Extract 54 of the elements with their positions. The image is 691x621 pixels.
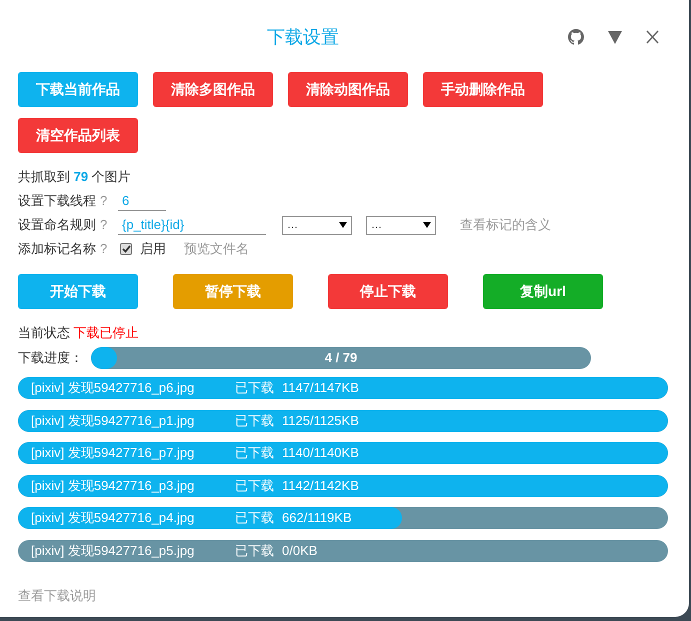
download-state: 已下载 — [235, 542, 274, 560]
close-icon[interactable] — [646, 30, 659, 44]
summary-text: 共抓取到 79 个图片 — [18, 168, 132, 186]
file-name: [pixiv] 发现59427716_p6.jpg — [31, 379, 196, 398]
preview-filename-link[interactable]: 预览文件名 — [184, 239, 249, 259]
download-state: 已下载 — [235, 476, 274, 495]
action-button[interactable]: 清空作品列表 — [18, 118, 138, 153]
action-button[interactable]: 停止下载 — [328, 274, 448, 309]
status-label: 当前状态 — [18, 325, 70, 340]
download-state: 已下载 — [235, 444, 274, 462]
download-state: 已下载 — [235, 379, 274, 398]
file-name: [pixiv] 发现59427716_p1.jpg — [31, 412, 196, 430]
action-button[interactable]: 下载当前作品 — [18, 72, 138, 107]
github-icon[interactable] — [568, 29, 584, 45]
help-mark[interactable]: ? — [100, 215, 118, 235]
file-name: [pixiv] 发现59427716_p5.jpg — [31, 542, 196, 560]
setting-label: 添加标记名称 — [18, 240, 96, 258]
status-value: 下载已停止 — [74, 325, 139, 340]
action-button[interactable]: 手动删除作品 — [423, 72, 543, 107]
file-size: 662/1119KB — [282, 509, 352, 528]
progress-label: 下载进度： — [18, 349, 84, 368]
naming-rule-input[interactable]: {p_title}{id} — [118, 215, 266, 235]
setting-label: 设置下载线程 — [18, 192, 96, 210]
caret-icon — [339, 222, 347, 228]
caret-icon — [423, 222, 431, 228]
progress-reading: 4 / 79 — [324, 349, 358, 368]
file-name: [pixiv] 发现59427716_p3.jpg — [31, 476, 196, 495]
file-name: [pixiv] 发现59427716_p4.jpg — [31, 509, 196, 528]
action-button[interactable]: 清除动图作品 — [288, 72, 408, 107]
help-mark[interactable]: ? — [100, 239, 118, 259]
file-name: [pixiv] 发现59427716_p7.jpg — [31, 444, 196, 462]
thread-input[interactable]: 6 — [118, 191, 166, 211]
checkmark-icon — [122, 245, 130, 253]
setting-label: 设置命名规则 — [18, 216, 96, 234]
help-mark[interactable]: ? — [100, 191, 118, 211]
file-size: 1142/1142KB — [282, 476, 359, 495]
download-state: 已下载 — [235, 412, 274, 430]
action-button[interactable]: 清除多图作品 — [153, 72, 273, 107]
file-size: 1147/1147KB — [282, 379, 359, 398]
file-size: 1140/1140KB — [282, 444, 359, 462]
file-size: 0/0KB — [282, 542, 318, 560]
file-size: 1125/1125KB — [282, 412, 359, 430]
checkbox-label: 启用 — [140, 240, 166, 258]
download-state: 已下载 — [235, 509, 274, 528]
action-button[interactable]: 开始下载 — [18, 274, 138, 309]
collapse-triangle-icon[interactable] — [608, 30, 622, 44]
tag-meaning-link[interactable]: 查看标记的含义 — [460, 215, 551, 235]
download-help-link[interactable]: 查看下载说明 — [18, 586, 671, 605]
action-button[interactable]: 复制url — [483, 274, 603, 309]
action-button[interactable]: 暂停下载 — [173, 274, 293, 309]
select-dropdown[interactable]: … — [282, 216, 352, 234]
window-title: 下载设置 — [267, 26, 339, 48]
checkbox[interactable] — [120, 243, 132, 255]
select-dropdown[interactable]: … — [366, 216, 436, 234]
